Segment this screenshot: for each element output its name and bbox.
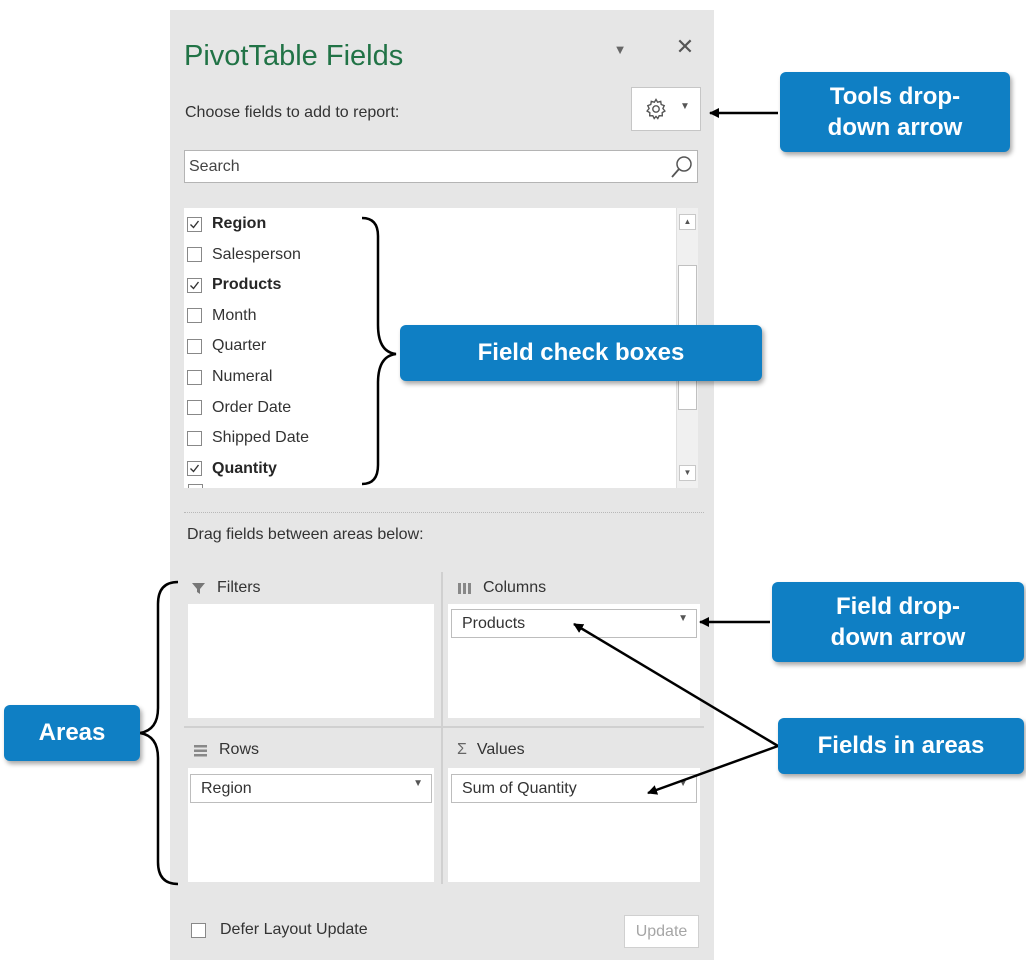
callout-field-dropdown: Field drop-down arrow [772,582,1024,662]
callout-areas: Areas [4,705,140,761]
areas-brace [139,580,179,886]
fields-in-areas-arrow-1 [573,622,779,748]
callout-tools-dropdown: Tools drop-down arrow [780,72,1010,152]
callout-field-checkboxes: Field check boxes [400,325,762,381]
fields-in-areas-arrow-2 [647,744,779,795]
field-checkboxes-brace [361,216,397,486]
callout-fields-in-areas: Fields in areas [778,718,1024,774]
